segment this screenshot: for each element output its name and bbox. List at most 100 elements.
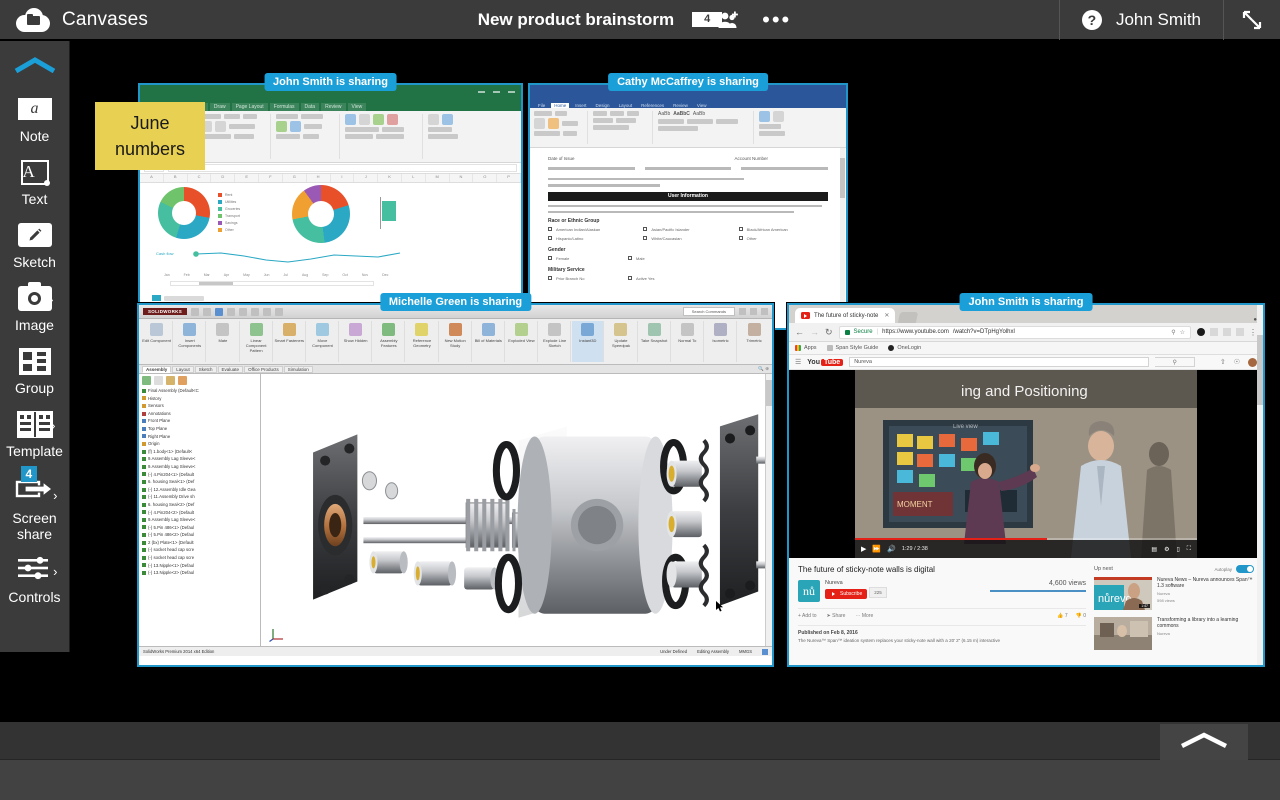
checkbox-icon[interactable] <box>628 256 632 260</box>
tab-home[interactable]: Home <box>551 103 569 108</box>
tab-page-layout[interactable]: Page Layout <box>232 103 268 111</box>
bookmark-span-style-guide[interactable]: Span Style Guide <box>827 345 879 351</box>
forward-icon[interactable]: → <box>810 327 819 337</box>
youtube-video-player[interactable]: MOMENT Prozess ing and Positioning <box>789 370 1263 558</box>
sidebar-item-sketch[interactable]: Sketch <box>0 220 70 270</box>
word-scrollbar[interactable] <box>840 148 845 328</box>
extension-icon[interactable] <box>1236 328 1244 336</box>
avatar[interactable] <box>1248 358 1257 367</box>
tree-item[interactable]: 6. housing Seal<2> (Def <box>142 501 257 509</box>
viewport-scrollbar[interactable] <box>765 374 772 656</box>
bookmark-onelogin[interactable]: OneLogin <box>888 345 921 351</box>
ribbon-command[interactable]: Smart Fasteners <box>274 321 306 362</box>
ribbon-command[interactable]: Move Component <box>307 321 339 362</box>
address-bar[interactable]: Secure | https://www.youtube.com /watch?… <box>839 326 1191 339</box>
search-icon[interactable]: ⚲ <box>1155 357 1195 367</box>
back-icon[interactable]: ← <box>795 327 804 337</box>
more-button[interactable]: ⋯ More <box>855 613 873 619</box>
youtube-header-right[interactable]: ⇧ ☉ <box>1220 358 1257 367</box>
page-scrollbar[interactable] <box>1257 305 1263 665</box>
hamburger-menu-icon[interactable]: ☰ <box>795 358 801 366</box>
tab-file[interactable]: File <box>535 103 548 108</box>
bookmarks-bar[interactable]: Apps Span Style Guide OneLogin <box>789 342 1263 355</box>
user-name[interactable]: John Smith <box>1116 10 1201 30</box>
tree-item[interactable]: Front Plane <box>142 417 257 425</box>
tree-item[interactable]: 9.Assembly Lag Sleeve< <box>142 455 257 463</box>
tab-assembly[interactable]: Assembly <box>142 366 171 373</box>
checkbox-option[interactable]: Hispanic/Latino <box>548 236 637 241</box>
checkbox-option[interactable]: Active Yes <box>628 276 702 281</box>
tree-root[interactable]: Final Assembly (Default<C <box>142 387 257 395</box>
sidebar-collapse-chevron-up-icon[interactable] <box>13 57 57 78</box>
browser-tab[interactable]: The future of sticky-note ✕ <box>795 308 895 323</box>
checkbox-icon[interactable] <box>643 236 647 240</box>
checkbox-option[interactable]: Asian/Pacific Islander <box>643 227 732 232</box>
fullscreen-icon[interactable]: ⛶ <box>1187 546 1191 553</box>
suggested-video-thumbnail[interactable] <box>1094 617 1152 650</box>
tab-review[interactable]: Review <box>670 103 691 108</box>
tree-item[interactable]: Top Plane <box>142 425 257 433</box>
checkbox-icon[interactable] <box>739 227 743 231</box>
app-brand[interactable]: Canvases <box>0 0 214 39</box>
checkbox-option[interactable]: White/Caucasian <box>643 236 732 241</box>
checkbox-icon[interactable] <box>739 236 743 240</box>
gender-options[interactable]: Female Male <box>548 256 702 261</box>
new-tab-button[interactable] <box>898 312 918 323</box>
subscribe-button[interactable]: Subscribe <box>825 589 867 599</box>
share-participants-button[interactable]: 4 <box>692 11 740 29</box>
feature-tree-toolbar[interactable] <box>142 376 257 385</box>
solidworks-ribbon[interactable]: Edit Component Insert Components Mate Li… <box>139 319 772 365</box>
tree-item[interactable]: 9.Assembly Lag Sleeve< <box>142 463 257 471</box>
checkbox-icon[interactable] <box>643 227 647 231</box>
collapse-arrows-icon[interactable] <box>1224 0 1280 40</box>
tree-item[interactable]: Annotations <box>142 410 257 418</box>
sidebar-item-controls[interactable]: › Controls <box>0 555 70 605</box>
view-zoom-icons[interactable]: 🔍 ⊕ <box>755 366 772 372</box>
sidebar-item-screen-share[interactable]: 4 › Screen share <box>0 472 70 542</box>
sticky-note[interactable]: June numbers <box>95 102 205 170</box>
tree-item[interactable]: (-) socket head cap scre <box>142 554 257 562</box>
word-window[interactable]: File Home Insert Design Layout Reference… <box>530 85 846 328</box>
checkbox-icon[interactable] <box>548 256 552 260</box>
subtitles-icon[interactable]: ▤ <box>1151 546 1157 553</box>
tab-review[interactable]: Review <box>321 103 345 111</box>
ribbon-command[interactable]: Explode Line Sketch <box>539 321 571 362</box>
ribbon-command[interactable]: Reference Geometry <box>406 321 438 362</box>
bell-icon[interactable]: ☉ <box>1234 358 1240 366</box>
tree-item[interactable]: Sensors <box>142 402 257 410</box>
checkbox-icon[interactable] <box>628 276 632 280</box>
tab-data[interactable]: Data <box>301 103 320 111</box>
checkbox-option[interactable]: Male <box>628 256 702 261</box>
share-button[interactable]: ➤ Share <box>827 613 846 619</box>
suggested-video[interactable]: Transforming a library into a learning c… <box>1094 617 1254 650</box>
dislike-button[interactable]: 👎 0 <box>1076 613 1086 619</box>
tree-item[interactable]: 6. housing Seal<1> (Def <box>142 478 257 486</box>
tree-item[interactable]: (-) 13.Nipple<2> (Defaul <box>142 569 257 577</box>
tree-item[interactable]: (-) 11.Assembly Drive sh <box>142 493 257 501</box>
tree-item[interactable]: (-) 4.Pin204<2> (Default <box>142 509 257 517</box>
ribbon-command[interactable]: Bill of Materials <box>473 321 505 362</box>
checkbox-icon[interactable] <box>548 227 552 231</box>
ribbon-command[interactable]: Isometric <box>705 321 737 362</box>
ribbon-command[interactable]: Take Snapshot <box>639 321 671 362</box>
upload-icon[interactable]: ⇧ <box>1220 358 1226 366</box>
sidebar-item-group[interactable]: Group <box>0 346 70 396</box>
tab-simulation[interactable]: Simulation <box>284 366 313 373</box>
chrome-omnibox-bar[interactable]: ← → ↻ Secure | https://www.youtube.com /… <box>789 323 1263 342</box>
sidebar-item-note[interactable]: a Note <box>0 94 70 144</box>
tab-design[interactable]: Design <box>593 103 613 108</box>
tree-item[interactable]: (-) 12.Assembly Idle Gea <box>142 486 257 494</box>
word-document-page[interactable]: Date of Issue Account Number User Inform… <box>530 148 846 328</box>
video-actions[interactable]: + Add to ➤ Share ⋯ More 👍 7 👎 0 <box>798 608 1086 619</box>
chrome-window[interactable]: The future of sticky-note ✕ ● ← → ↻ Secu… <box>789 305 1263 665</box>
checkbox-icon[interactable] <box>548 236 552 240</box>
youtube-logo[interactable]: YouTube <box>807 359 843 366</box>
channel-avatar[interactable]: nů <box>798 580 820 602</box>
ribbon-command[interactable]: Edit Component <box>141 321 173 362</box>
video-controls[interactable]: ▶ ⏩ 🔊 1:29 / 2:38 ▤ ⚙ ▯ ⛶ <box>855 540 1197 558</box>
sidebar-item-template[interactable]: › Template <box>0 409 70 459</box>
tab-evaluate[interactable]: Evaluate <box>218 366 244 373</box>
ribbon-command[interactable]: Instant3D <box>572 321 604 362</box>
like-button[interactable]: 👍 7 <box>1057 613 1067 619</box>
close-icon[interactable]: ✕ <box>884 312 889 319</box>
